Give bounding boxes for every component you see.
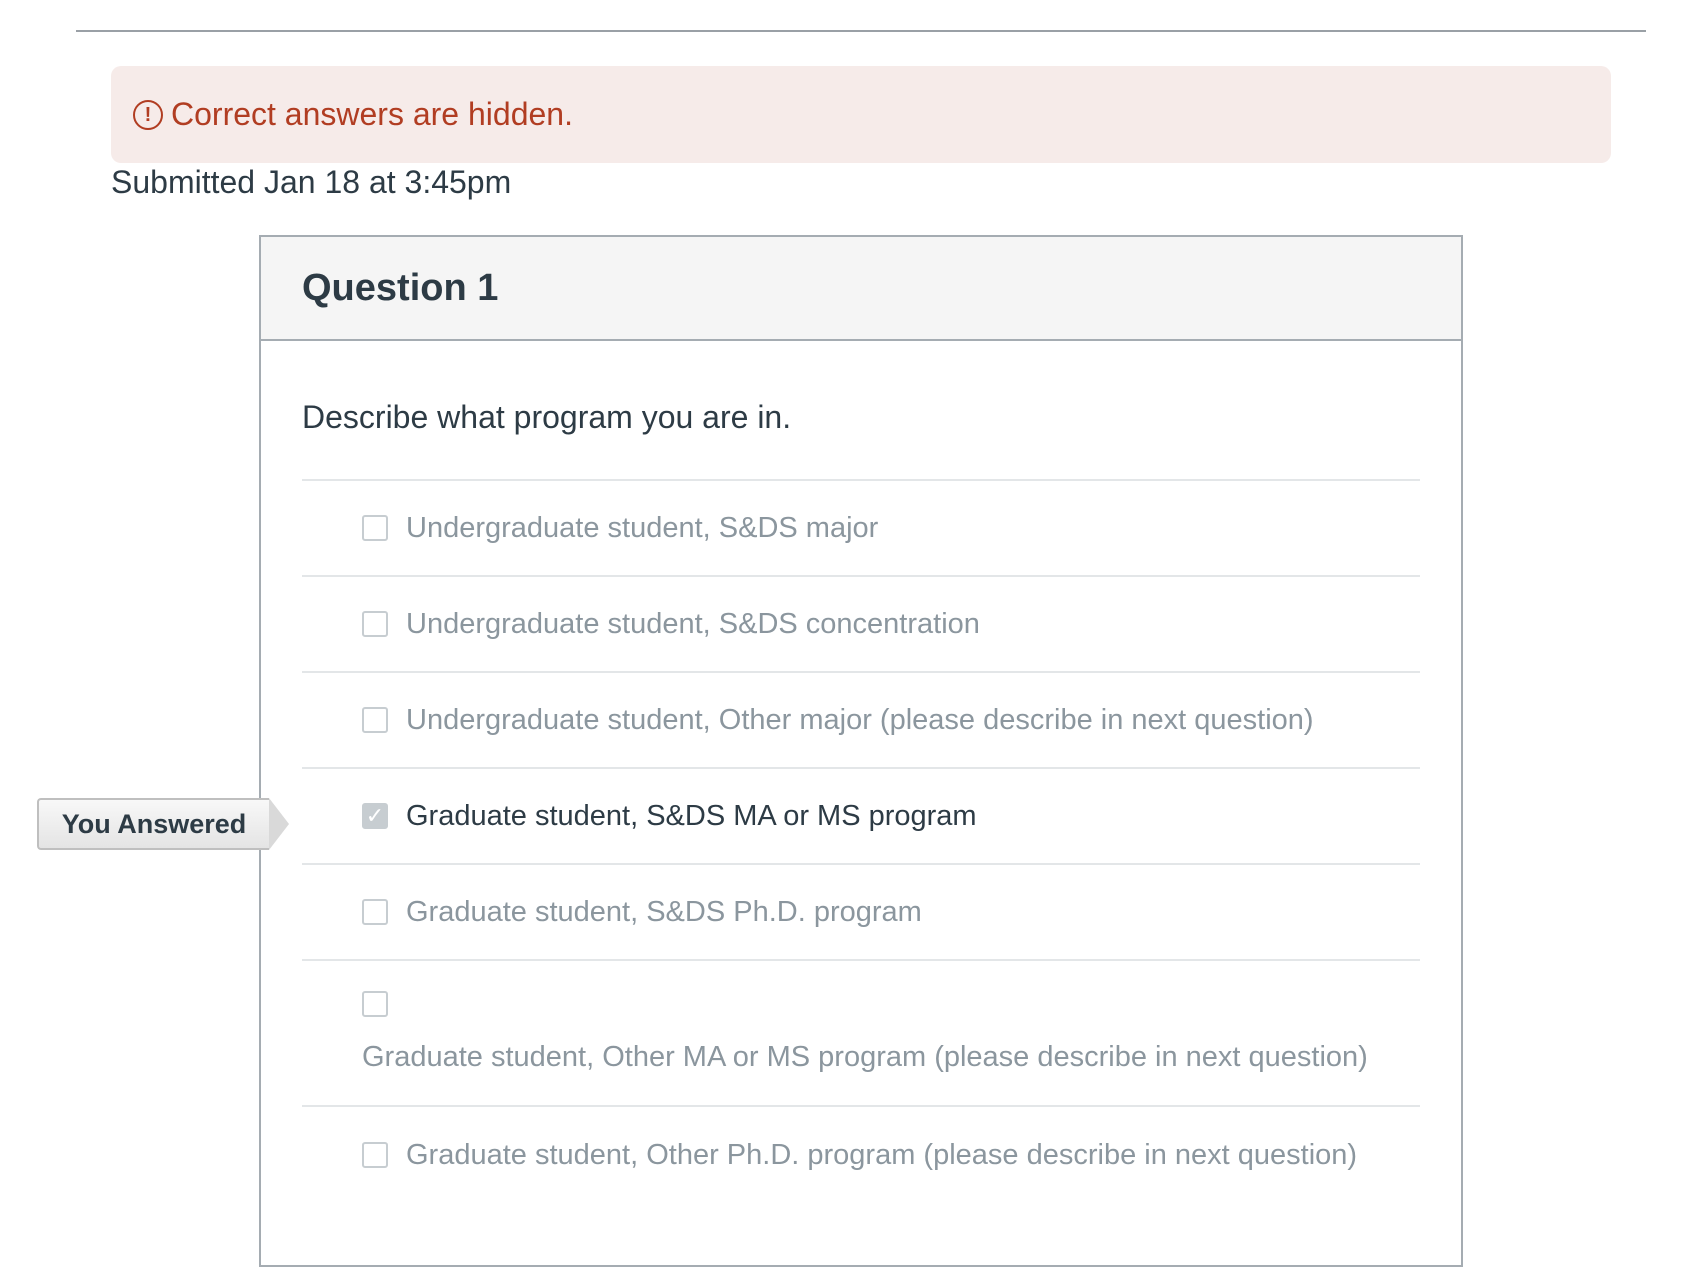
quiz-results-page: ! Correct answers are hidden. Submitted … bbox=[0, 0, 1690, 1282]
question-header: Question 1 bbox=[261, 237, 1461, 341]
answer-checkbox bbox=[362, 899, 388, 925]
answer-option: Undergraduate student, S&DS major bbox=[302, 481, 1420, 577]
answer-checkbox bbox=[362, 611, 388, 637]
question-body: Describe what program you are in. Underg… bbox=[261, 399, 1461, 1203]
you-answered-label: You Answered bbox=[37, 798, 269, 850]
question-card: Question 1 Describe what program you are… bbox=[259, 235, 1463, 1267]
answer-list: Undergraduate student, S&DS major Underg… bbox=[302, 479, 1420, 1203]
answer-label: Graduate student, Other Ph.D. program (p… bbox=[406, 1138, 1358, 1171]
answer-option: Undergraduate student, S&DS concentratio… bbox=[302, 577, 1420, 673]
answer-checkbox-checked: ✓ bbox=[362, 803, 388, 829]
correct-answers-hidden-alert: ! Correct answers are hidden. bbox=[111, 66, 1611, 163]
answer-label: Undergraduate student, Other major (plea… bbox=[406, 703, 1314, 736]
you-answered-arrow bbox=[269, 798, 289, 850]
question-title: Question 1 bbox=[302, 266, 499, 309]
answer-option: Graduate student, Other Ph.D. program (p… bbox=[302, 1107, 1420, 1203]
alert-text: Correct answers are hidden. bbox=[171, 96, 573, 132]
answer-option: Graduate student, S&DS Ph.D. program bbox=[302, 865, 1420, 961]
answer-checkbox bbox=[362, 515, 388, 541]
answer-label: Undergraduate student, S&DS concentratio… bbox=[406, 607, 980, 640]
answer-option-selected: ✓ Graduate student, S&DS MA or MS progra… bbox=[302, 769, 1420, 865]
top-divider bbox=[76, 30, 1646, 32]
exclamation-glyph: ! bbox=[144, 103, 152, 126]
answer-label: Graduate student, S&DS MA or MS program bbox=[406, 799, 977, 832]
answer-checkbox bbox=[362, 1142, 388, 1168]
answer-checkbox bbox=[362, 991, 388, 1017]
answer-label: Undergraduate student, S&DS major bbox=[406, 511, 879, 544]
exclamation-circle-icon: ! bbox=[133, 99, 163, 130]
answer-checkbox bbox=[362, 707, 388, 733]
checkmark-icon: ✓ bbox=[365, 803, 385, 828]
answer-option: Graduate student, Other MA or MS program… bbox=[302, 961, 1420, 1107]
answer-label: Graduate student, Other MA or MS program… bbox=[362, 1041, 1368, 1073]
answer-label: Graduate student, S&DS Ph.D. program bbox=[406, 895, 922, 928]
question-prompt: Describe what program you are in. bbox=[302, 399, 792, 435]
answer-option: Undergraduate student, Other major (plea… bbox=[302, 673, 1420, 769]
you-answered-marker: You Answered bbox=[37, 798, 289, 850]
submitted-timestamp: Submitted Jan 18 at 3:45pm bbox=[111, 164, 512, 200]
